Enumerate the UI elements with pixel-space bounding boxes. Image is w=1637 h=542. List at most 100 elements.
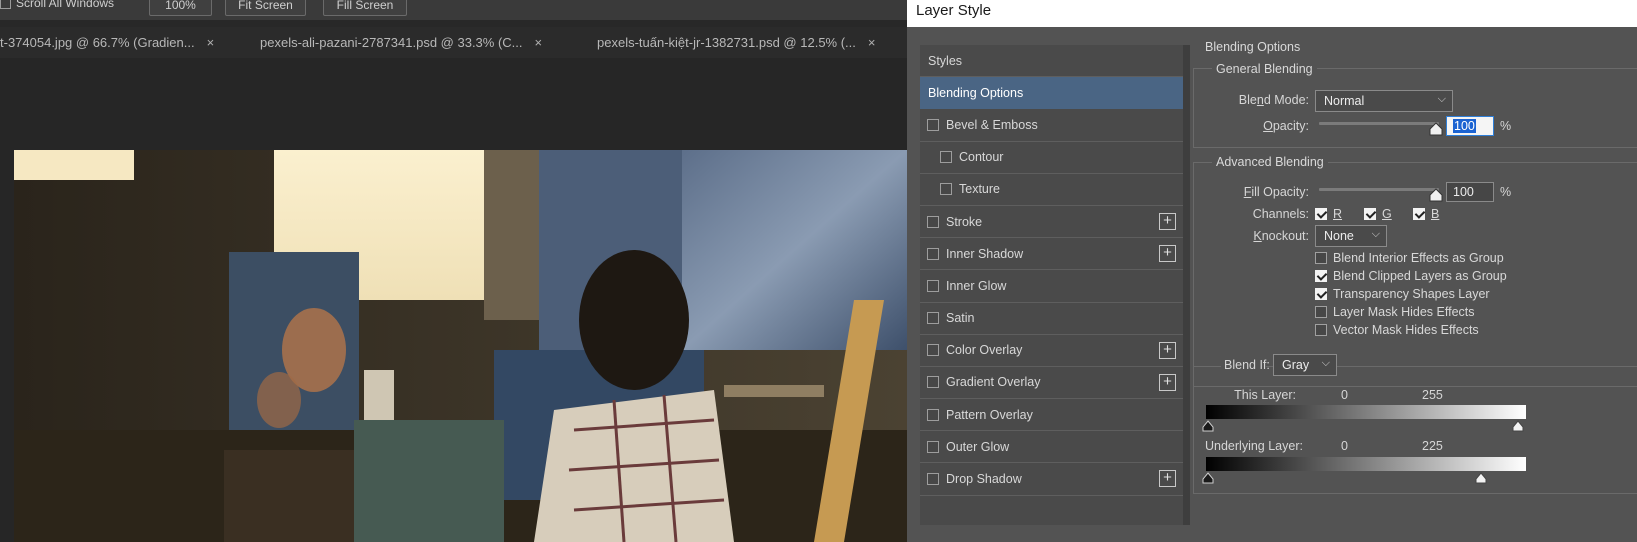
document-tab[interactable]: pexels-ali-pazani-2787341.psd @ 33.3% (C… <box>260 27 542 58</box>
style-checkbox[interactable] <box>927 440 939 453</box>
style-item[interactable]: Stroke + <box>920 206 1183 239</box>
advanced-blending-title: Advanced Blending <box>1212 155 1328 169</box>
style-item[interactable]: Texture <box>920 174 1183 206</box>
chevron-down-icon: ⌵ <box>1321 357 1330 369</box>
style-item[interactable]: Blending Options <box>920 77 1183 110</box>
style-item[interactable]: Outer Glow <box>920 431 1183 464</box>
document-tab[interactable]: pexels-tuấn-kiệt-jr-1382731.psd @ 12.5% … <box>597 27 875 58</box>
fill-screen-button[interactable]: Fill Screen <box>323 0 407 16</box>
style-item-label: Texture <box>959 182 1000 197</box>
style-item-label: Contour <box>959 150 1004 165</box>
underlying-low-handle[interactable] <box>1202 472 1214 484</box>
style-checkbox[interactable] <box>940 151 952 164</box>
blend-clipped-layers-checkbox[interactable]: Blend Clipped Layers as Group <box>1315 269 1507 283</box>
opacity-slider[interactable] <box>1319 122 1439 125</box>
style-checkbox[interactable] <box>927 408 939 421</box>
fill-opacity-value: 100 <box>1453 185 1474 199</box>
opacity-input[interactable]: 100 <box>1446 116 1494 136</box>
channel-r-checkbox[interactable]: R <box>1315 207 1342 221</box>
tab-label: pexels-tuấn-kiệt-jr-1382731.psd @ 12.5% … <box>597 35 856 50</box>
blend-interior-effects-checkbox[interactable]: Blend Interior Effects as Group <box>1315 251 1504 265</box>
style-item[interactable]: Color Overlay + <box>920 335 1183 367</box>
underlying-high-handle[interactable] <box>1475 472 1487 484</box>
opacity-percent-sign: % <box>1500 119 1512 133</box>
this-layer-high-value: 255 <box>1422 388 1443 402</box>
style-item[interactable]: Bevel & Emboss <box>920 109 1183 142</box>
style-checkbox[interactable] <box>927 344 939 357</box>
style-item[interactable]: Satin <box>920 303 1183 335</box>
document-tab-bar: t-374054.jpg @ 66.7% (Gradien... × pexel… <box>0 27 907 58</box>
document-image[interactable] <box>14 150 907 542</box>
style-checkbox[interactable] <box>927 215 939 228</box>
transparency-shapes-layer-label: Transparency Shapes Layer <box>1333 287 1490 301</box>
styles-panel: Styles Blending Options Bevel & Emboss Con… <box>920 45 1190 525</box>
knockout-select[interactable]: None ⌵ <box>1315 225 1387 247</box>
blending-options-panel: Blending Options General Blending Blend … <box>1193 40 1637 542</box>
add-effect-plus-icon[interactable]: + <box>1159 245 1176 263</box>
style-item[interactable]: Pattern Overlay <box>920 399 1183 432</box>
vector-mask-hides-effects-checkbox[interactable]: Vector Mask Hides Effects <box>1315 323 1479 337</box>
styles-list: Styles Blending Options Bevel & Emboss Con… <box>920 45 1183 496</box>
fill-opacity-slider[interactable] <box>1319 188 1439 191</box>
add-effect-plus-icon[interactable]: + <box>1159 341 1176 359</box>
style-item-label: Inner Glow <box>946 278 1007 293</box>
checkbox-box[interactable] <box>1364 208 1376 220</box>
checkbox-box[interactable] <box>1315 288 1327 300</box>
close-icon[interactable]: × <box>207 35 215 50</box>
style-checkbox[interactable] <box>927 312 939 325</box>
style-checkbox[interactable] <box>927 118 939 131</box>
canvas-area[interactable] <box>0 58 907 542</box>
this-layer-low-value: 0 <box>1341 388 1348 402</box>
blend-mode-select[interactable]: Normal ⌵ <box>1315 90 1453 112</box>
close-icon[interactable]: × <box>868 35 876 50</box>
channel-b-checkbox[interactable]: B <box>1413 207 1439 221</box>
style-checkbox[interactable] <box>927 247 939 260</box>
style-item-label: Drop Shadow <box>946 472 1022 487</box>
add-effect-plus-icon[interactable]: + <box>1159 470 1176 488</box>
style-item[interactable]: Contour <box>920 142 1183 174</box>
blend-if-select[interactable]: Gray ⌵ <box>1273 354 1337 376</box>
scroll-all-windows-checkbox[interactable]: Scroll All Windows <box>0 0 114 10</box>
checkbox-box[interactable] <box>1413 208 1425 220</box>
close-icon[interactable]: × <box>535 35 543 50</box>
add-effect-plus-icon[interactable]: + <box>1159 212 1176 230</box>
style-item-label: Pattern Overlay <box>946 407 1033 422</box>
checkbox-box[interactable] <box>1315 324 1327 336</box>
style-item-label: Bevel & Emboss <box>946 117 1038 132</box>
style-item-label: Blending Options <box>928 85 1024 100</box>
zoom-100-button[interactable]: 100% <box>149 0 212 16</box>
style-item[interactable]: Drop Shadow + <box>920 463 1183 496</box>
style-checkbox[interactable] <box>927 279 939 292</box>
style-item[interactable]: Gradient Overlay + <box>920 367 1183 400</box>
styles-header-label: Styles <box>928 53 963 68</box>
layer-mask-hides-effects-checkbox[interactable]: Layer Mask Hides Effects <box>1315 305 1475 319</box>
underlying-high-value: 225 <box>1422 439 1443 453</box>
this-layer-gradient[interactable] <box>1206 405 1526 419</box>
checkbox-box[interactable] <box>1315 306 1327 318</box>
checkbox-box[interactable] <box>0 0 11 9</box>
document-tab[interactable]: t-374054.jpg @ 66.7% (Gradien... × <box>0 27 214 58</box>
style-checkbox[interactable] <box>927 376 939 389</box>
style-item[interactable]: Inner Glow <box>920 270 1183 303</box>
add-effect-plus-icon[interactable]: + <box>1159 373 1176 391</box>
channel-g-checkbox[interactable]: G <box>1364 207 1392 221</box>
knockout-label: Knockout: <box>1253 229 1309 243</box>
chevron-down-icon: ⌵ <box>1371 228 1380 240</box>
this-layer-high-handle[interactable] <box>1512 420 1524 432</box>
fit-screen-button[interactable]: Fit Screen <box>225 0 306 16</box>
style-item[interactable]: Inner Shadow + <box>920 238 1183 271</box>
transparency-shapes-layer-checkbox[interactable]: Transparency Shapes Layer <box>1315 287 1490 301</box>
styles-scrollbar[interactable] <box>1183 45 1190 525</box>
dialog-title: Layer Style <box>907 0 1637 27</box>
fill-opacity-input[interactable]: 100 <box>1446 182 1494 202</box>
checkbox-box[interactable] <box>1315 252 1327 264</box>
style-checkbox[interactable] <box>940 183 952 196</box>
blend-if-value: Gray <box>1282 358 1310 372</box>
underlying-layer-gradient[interactable] <box>1206 457 1526 471</box>
checkbox-box[interactable] <box>1315 208 1327 220</box>
this-layer-low-handle[interactable] <box>1202 420 1214 432</box>
checkbox-box[interactable] <box>1315 270 1327 282</box>
style-item-label: Outer Glow <box>946 439 1010 454</box>
styles-header[interactable]: Styles <box>920 45 1183 78</box>
style-checkbox[interactable] <box>927 473 939 486</box>
